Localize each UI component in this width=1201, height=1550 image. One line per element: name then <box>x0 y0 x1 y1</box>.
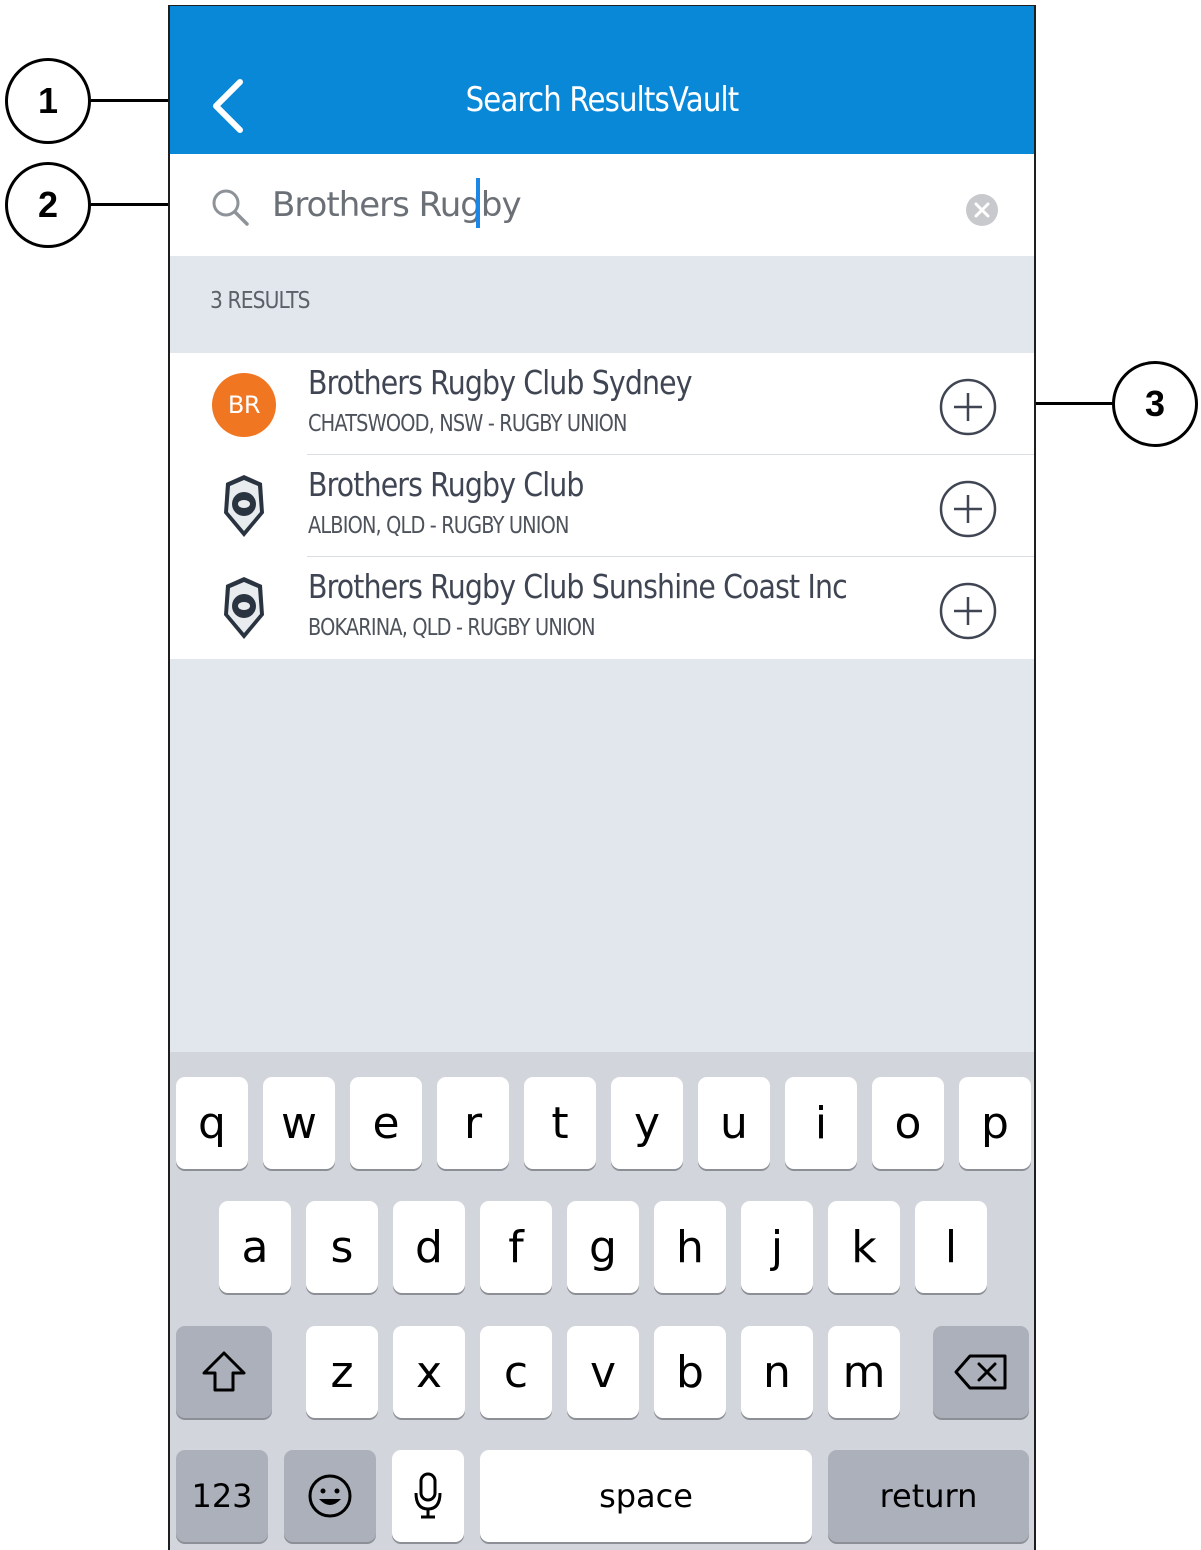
list-item[interactable]: BR Brothers Rugby Club Sydney CHATSWOOD,… <box>170 353 1034 455</box>
key-r[interactable]: r <box>437 1077 509 1169</box>
add-circle-icon[interactable] <box>938 479 998 539</box>
key-q[interactable]: q <box>176 1077 248 1169</box>
callout-2-label: 2 <box>37 184 59 225</box>
callout-2-leader <box>91 203 169 206</box>
shift-icon <box>202 1351 246 1392</box>
key-d[interactable]: d <box>393 1201 465 1293</box>
search-input[interactable] <box>272 182 922 228</box>
key-s[interactable]: s <box>306 1201 378 1293</box>
search-icon <box>212 189 249 226</box>
club-crest-icon <box>224 475 264 537</box>
club-location: BOKARINA, QLD - RUGBY UNION <box>308 615 596 641</box>
backspace-icon <box>954 1354 1007 1390</box>
club-name: Brothers Rugby Club <box>308 465 584 504</box>
key-u[interactable]: u <box>698 1077 770 1169</box>
key-b[interactable]: b <box>654 1326 726 1418</box>
club-avatar: BR <box>212 373 276 437</box>
key-g[interactable]: g <box>567 1201 639 1293</box>
key-z[interactable]: z <box>306 1326 378 1418</box>
list-item[interactable]: Brothers Rugby Club ALBION, QLD - RUGBY … <box>170 455 1034 557</box>
key-k[interactable]: k <box>828 1201 900 1293</box>
list-item[interactable]: Brothers Rugby Club Sunshine Coast Inc B… <box>170 557 1034 659</box>
key-o[interactable]: o <box>872 1077 944 1169</box>
backspace-key[interactable] <box>933 1326 1029 1418</box>
key-c[interactable]: c <box>480 1326 552 1418</box>
callout-3-leader <box>1036 402 1114 405</box>
club-crest-icon <box>224 577 264 639</box>
key-v[interactable]: v <box>567 1326 639 1418</box>
key-i[interactable]: i <box>785 1077 857 1169</box>
key-j[interactable]: j <box>741 1201 813 1293</box>
club-location: CHATSWOOD, NSW - RUGBY UNION <box>308 411 628 437</box>
key-w[interactable]: w <box>263 1077 335 1169</box>
phone-screen: Search ResultsVault 3 RESULTS BR Brother… <box>168 5 1036 1550</box>
page-title: Search ResultsVault <box>465 80 740 120</box>
key-f[interactable]: f <box>480 1201 552 1293</box>
key-e[interactable]: e <box>350 1077 422 1169</box>
add-circle-icon[interactable] <box>938 377 998 437</box>
return-key[interactable]: return <box>828 1450 1029 1542</box>
callout-3-label: 3 <box>1144 383 1166 424</box>
club-name: Brothers Rugby Club Sunshine Coast Inc <box>308 567 848 606</box>
on-screen-keyboard: q w e r t y u i o p a s d f g h j k l z … <box>170 1052 1034 1550</box>
text-caret <box>476 178 480 228</box>
club-name: Brothers Rugby Club Sydney <box>308 363 693 402</box>
callout-1-leader <box>91 99 169 102</box>
club-location: ALBION, QLD - RUGBY UNION <box>308 513 569 539</box>
callout-1-label: 1 <box>37 80 59 121</box>
numbers-key[interactable]: 123 <box>176 1450 268 1542</box>
space-key[interactable]: space <box>480 1450 812 1542</box>
callout-3: 3 <box>1112 361 1198 447</box>
key-x[interactable]: x <box>393 1326 465 1418</box>
navigation-bar: Search ResultsVault <box>170 6 1034 154</box>
results-count: 3 RESULTS <box>210 288 310 314</box>
microphone-icon <box>414 1472 442 1519</box>
close-icon <box>974 202 990 218</box>
key-h[interactable]: h <box>654 1201 726 1293</box>
results-list: BR Brothers Rugby Club Sydney CHATSWOOD,… <box>170 353 1034 659</box>
key-n[interactable]: n <box>741 1326 813 1418</box>
key-y[interactable]: y <box>611 1077 683 1169</box>
callout-1: 1 <box>5 58 91 144</box>
emoji-key[interactable] <box>284 1450 376 1542</box>
key-l[interactable]: l <box>915 1201 987 1293</box>
shift-key[interactable] <box>176 1326 272 1418</box>
key-a[interactable]: a <box>219 1201 291 1293</box>
search-bar <box>170 154 1034 256</box>
clear-search-button[interactable] <box>966 194 998 226</box>
emoji-icon <box>308 1474 352 1518</box>
key-m[interactable]: m <box>828 1326 900 1418</box>
key-p[interactable]: p <box>959 1077 1031 1169</box>
key-t[interactable]: t <box>524 1077 596 1169</box>
results-header: 3 RESULTS <box>170 256 1034 353</box>
add-circle-icon[interactable] <box>938 581 998 641</box>
dictation-key[interactable] <box>392 1450 464 1542</box>
callout-2: 2 <box>5 162 91 248</box>
